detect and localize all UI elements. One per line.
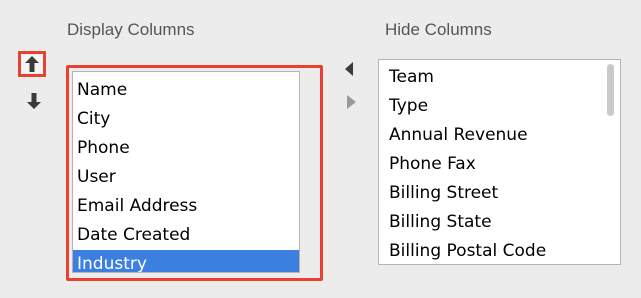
hide-columns-heading: Hide Columns [385, 20, 492, 39]
triangle-right-icon [347, 95, 356, 109]
triangle-left-icon [345, 62, 353, 76]
display-columns-heading: Display Columns [67, 20, 195, 39]
display-option-city[interactable]: City [73, 105, 299, 134]
display-option-date-created[interactable]: Date Created [73, 221, 299, 250]
hide-option-team[interactable]: Team [385, 63, 620, 92]
move-to-hide-button[interactable] [344, 94, 358, 110]
hide-option-type[interactable]: Type [385, 92, 620, 121]
hide-option-billing-postal-code[interactable]: Billing Postal Code [385, 237, 620, 264]
hide-list-scrollbar[interactable] [607, 64, 614, 116]
move-up-button[interactable] [18, 51, 46, 77]
arrow-down-icon [27, 93, 41, 109]
display-option-name[interactable]: Name [73, 76, 299, 105]
move-down-button[interactable] [20, 88, 48, 114]
display-option-phone[interactable]: Phone [73, 134, 299, 163]
display-option-email-address[interactable]: Email Address [73, 192, 299, 221]
hide-option-phone-fax[interactable]: Phone Fax [385, 150, 620, 179]
arrow-up-icon [25, 56, 39, 72]
hide-option-annual-revenue[interactable]: Annual Revenue [385, 121, 620, 150]
move-to-display-button[interactable] [343, 61, 357, 77]
hide-option-billing-state[interactable]: Billing State [385, 208, 620, 237]
display-option-user[interactable]: User [73, 163, 299, 192]
hide-columns-list[interactable]: Team Type Annual Revenue Phone Fax Billi… [378, 59, 621, 265]
display-option-industry[interactable]: Industry [73, 250, 299, 272]
hide-option-billing-street[interactable]: Billing Street [385, 179, 620, 208]
display-columns-list[interactable]: Name City Phone User Email Address Date … [72, 71, 300, 273]
